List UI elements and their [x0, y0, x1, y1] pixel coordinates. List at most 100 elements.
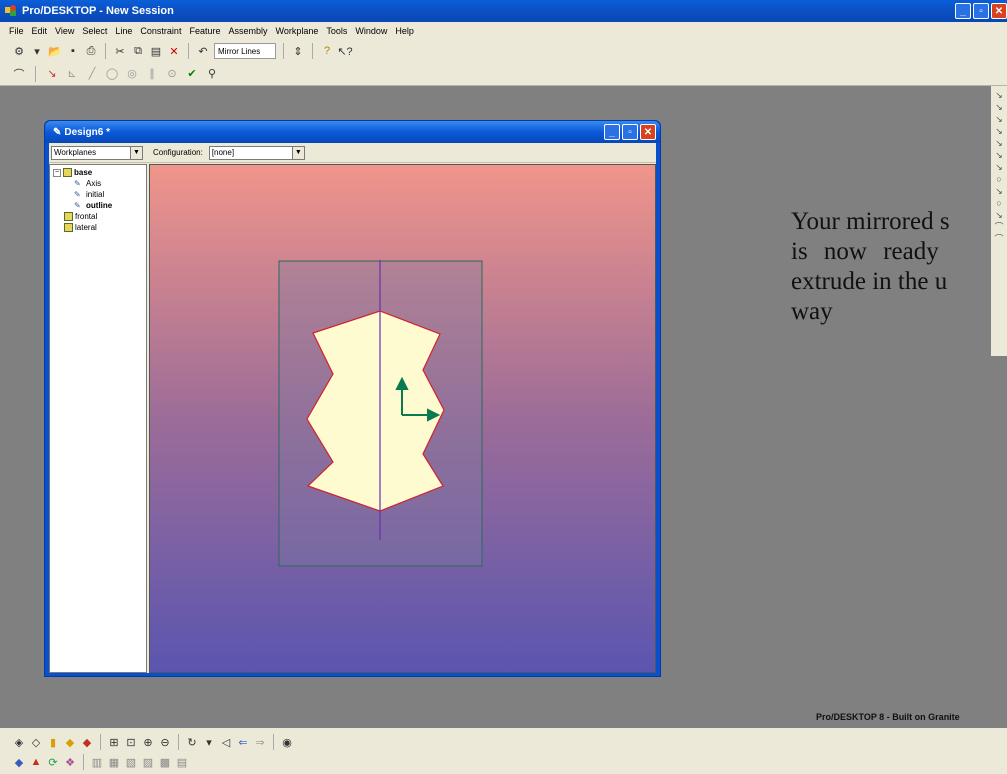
collapse-icon[interactable]: − [53, 168, 61, 177]
zoom-out-icon[interactable]: ⊖ [158, 735, 172, 749]
arrow-right-icon[interactable]: ⇒ [253, 735, 267, 749]
close-button[interactable]: ✕ [991, 3, 1007, 19]
maximize-button[interactable]: ▫ [973, 3, 989, 19]
feature-tool-icon[interactable]: ▥ [90, 755, 104, 769]
revolve-icon[interactable]: ▲ [29, 755, 43, 769]
cut-icon[interactable]: ✂ [113, 44, 127, 58]
tool-icon[interactable]: ○ [994, 174, 1004, 184]
separator [83, 754, 84, 770]
delete-icon[interactable]: ✕ [167, 44, 181, 58]
separator [105, 43, 106, 59]
menu-assembly[interactable]: Assembly [227, 26, 268, 36]
tangent-icon[interactable]: ⊙ [165, 67, 179, 81]
configuration-select[interactable]: [none] ▼ [208, 145, 305, 160]
menu-file[interactable]: File [8, 26, 25, 36]
highlight-icon[interactable]: ▮ [46, 735, 60, 749]
feature-tool-icon[interactable]: ▦ [107, 755, 121, 769]
wireframe-view-icon[interactable]: ◇ [29, 735, 43, 749]
select-lines-icon[interactable]: ⌒ [12, 67, 26, 81]
loft-icon[interactable]: ❖ [63, 755, 77, 769]
menu-feature[interactable]: Feature [188, 26, 221, 36]
viewport-graphic[interactable] [150, 165, 656, 673]
separator [178, 734, 179, 750]
feature-tool-icon[interactable]: ▩ [158, 755, 172, 769]
properties-icon[interactable]: ⇕ [291, 44, 305, 58]
sweep-icon[interactable]: ⟳ [46, 755, 60, 769]
menu-help[interactable]: Help [394, 26, 415, 36]
circle-icon[interactable]: ◯ [105, 67, 119, 81]
separator [312, 43, 313, 59]
last-command-field[interactable]: Mirror Lines [214, 43, 276, 59]
configuration-label: Configuration: [153, 148, 203, 157]
center-icon[interactable]: ◉ [280, 735, 294, 749]
dropdown-arrow-icon[interactable]: ▾ [202, 735, 216, 749]
feature-tool-icon[interactable]: ▧ [124, 755, 138, 769]
design-close-button[interactable]: ✕ [640, 124, 656, 140]
arrow-left-icon[interactable]: ⇐ [236, 735, 250, 749]
tool-icon[interactable]: ↘ [994, 90, 1004, 100]
separator [283, 43, 284, 59]
undo-icon[interactable]: ↶ [196, 44, 210, 58]
rotate-icon[interactable]: ↻ [185, 735, 199, 749]
help-icon[interactable]: ? [320, 44, 334, 58]
mirrored-profile[interactable] [306, 310, 445, 512]
model-icon[interactable]: ◆ [63, 735, 77, 749]
app-title-bar: Pro/DESKTOP - New Session _ ▫ ✕ [0, 0, 1007, 22]
tree-item-axis[interactable]: ✎ Axis [74, 179, 101, 188]
check-sketch-icon[interactable]: ✔ [185, 67, 199, 81]
tree-item-initial[interactable]: ✎ initial [74, 190, 104, 199]
feature-tool-icon[interactable]: ▤ [175, 755, 189, 769]
menu-line[interactable]: Line [114, 26, 133, 36]
chevron-down-icon[interactable]: ▼ [291, 146, 304, 159]
menu-edit[interactable]: Edit [31, 26, 49, 36]
open-icon[interactable]: 📂 [48, 44, 62, 58]
tool-icon[interactable]: ↘ [994, 102, 1004, 112]
menu-view[interactable]: View [54, 26, 75, 36]
zoom-in-icon[interactable]: ⊕ [141, 735, 155, 749]
menu-select[interactable]: Select [81, 26, 108, 36]
tool-icon[interactable]: ↘ [994, 162, 1004, 172]
tool-icon[interactable]: ↘ [994, 138, 1004, 148]
design-minimize-button[interactable]: _ [604, 124, 620, 140]
copy-icon[interactable]: ⧉ [131, 44, 145, 58]
feature-tool-icon[interactable]: ▨ [141, 755, 155, 769]
view-select[interactable]: Workplanes ▼ [51, 145, 143, 160]
dropdown-arrow-icon[interactable]: ▾ [30, 44, 44, 58]
tree-item-frontal[interactable]: frontal [64, 212, 97, 221]
design-maximize-button[interactable]: ▫ [622, 124, 638, 140]
note-line: extrude in the u [791, 268, 948, 295]
tool-icon[interactable]: ↘ [994, 186, 1004, 196]
extrude-icon[interactable]: ◆ [12, 755, 26, 769]
new-design-icon[interactable]: ⚙ [12, 44, 26, 58]
chevron-down-icon[interactable]: ▼ [130, 146, 142, 159]
tool-icon[interactable]: ↘ [994, 126, 1004, 136]
tree-item-outline[interactable]: ✎ outline [74, 201, 112, 210]
design-canvas[interactable] [149, 164, 656, 673]
arc-icon[interactable]: ◎ [125, 67, 139, 81]
parallel-icon[interactable]: ∥ [145, 67, 159, 81]
menu-workplane[interactable]: Workplane [275, 26, 320, 36]
menu-tools[interactable]: Tools [325, 26, 348, 36]
menu-window[interactable]: Window [354, 26, 388, 36]
minimize-button[interactable]: _ [955, 3, 971, 19]
paste-icon[interactable]: ▤ [149, 44, 163, 58]
model-red-icon[interactable]: ◆ [80, 735, 94, 749]
zoom-icon[interactable]: ⚲ [205, 67, 219, 81]
print-icon[interactable]: ⎙ [84, 44, 98, 58]
menu-constraint[interactable]: Constraint [139, 26, 182, 36]
design-window[interactable]: ✎ Design6 * _ ▫ ✕ Workplanes ▼ Configura… [44, 120, 661, 677]
tree-item-lateral[interactable]: lateral [64, 223, 97, 232]
tree-item-base[interactable]: − base [53, 168, 92, 177]
shaded-view-icon[interactable]: ◈ [12, 735, 26, 749]
constraint-icon[interactable]: ↘ [45, 67, 59, 81]
tool-icon[interactable]: ↘ [994, 114, 1004, 124]
zoom-window-icon[interactable]: ⊡ [124, 735, 138, 749]
view-left-icon[interactable]: ◁ [219, 735, 233, 749]
line-icon[interactable]: ╱ [85, 67, 99, 81]
app-icon [5, 5, 16, 16]
save-icon[interactable]: ▪ [66, 44, 80, 58]
perpendicular-icon[interactable]: ⊾ [65, 67, 79, 81]
tool-icon[interactable]: ↘ [994, 150, 1004, 160]
context-help-icon[interactable]: ↖? [337, 44, 352, 58]
zoom-fit-icon[interactable]: ⊞ [107, 735, 121, 749]
